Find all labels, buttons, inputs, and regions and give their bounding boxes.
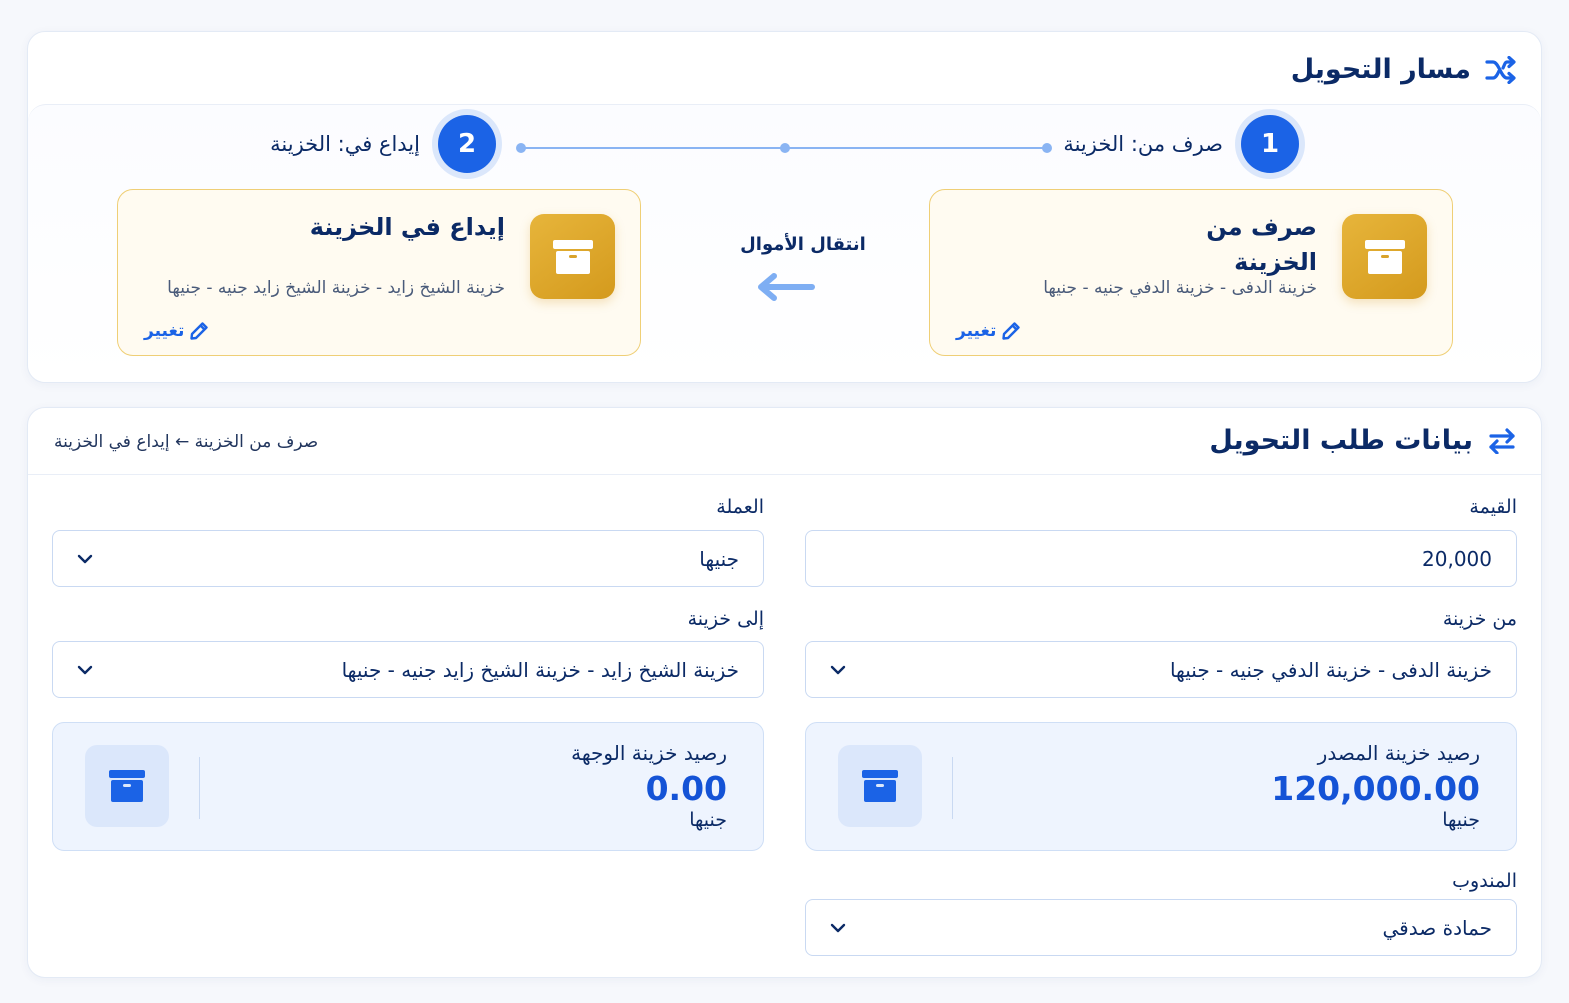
transfer-request-title-row: بيانات طلب التحويل (1209, 425, 1517, 456)
destination-balance-amount: 0.00 (645, 769, 727, 808)
destination-vault-description: خزينة الشيخ زايد - خزينة الشيخ زايد جنيه… (167, 278, 505, 298)
chevron-down-icon (830, 923, 846, 933)
divider (199, 757, 200, 819)
amount-value: 20,000 (1422, 546, 1492, 571)
step-2-label: إيداع في: الخزينة (270, 132, 420, 156)
representative-label: المندوب (1452, 870, 1517, 892)
change-destination-vault-link[interactable]: تغيير (144, 321, 209, 341)
swap-arrows-icon (1489, 427, 1515, 454)
chevron-down-icon (77, 554, 93, 564)
stepper-dot (780, 143, 790, 153)
source-balance-card: رصيد خزينة المصدر 120,000.00 جنيها (805, 722, 1517, 851)
source-vault-description: خزينة الدفى - خزينة الدفي جنيه - جنيها (1043, 278, 1317, 298)
stepper-dot (516, 143, 526, 153)
pencil-icon (1002, 322, 1021, 340)
money-flow-label: انتقال الأموال (740, 234, 866, 255)
archive-box-icon (838, 745, 922, 827)
currency-label: العملة (716, 496, 764, 518)
transfer-path-header: مسار التحويل (1291, 54, 1517, 85)
chevron-down-icon (830, 665, 846, 675)
to-vault-label: إلى خزينة (687, 608, 764, 630)
step-2-number: 2 (438, 115, 496, 173)
shuffle-icon (1485, 55, 1516, 84)
destination-vault-card: إيداع في الخزينة خزينة الشيخ زايد - خزين… (117, 189, 641, 356)
representative-select[interactable]: حمادة صدقي (805, 899, 1517, 956)
transfer-path-card: مسار التحويل 1 صرف من: الخزينة 2 إيداع ف… (27, 31, 1542, 383)
archive-box-icon (530, 214, 615, 299)
archive-box-icon (85, 745, 169, 827)
destination-balance-card: رصيد خزينة الوجهة 0.00 جنيها (52, 722, 764, 851)
change-label: تغيير (956, 321, 997, 341)
transfer-summary: صرف من الخزينة ← إيداع في الخزينة (54, 432, 319, 452)
to-vault-select[interactable]: خزينة الشيخ زايد - خزينة الشيخ زايد جنيه… (52, 641, 764, 698)
to-vault-value: خزينة الشيخ زايد - خزينة الشيخ زايد جنيه… (341, 657, 739, 682)
step-1-number: 1 (1241, 115, 1299, 173)
step-1: 1 صرف من: الخزينة (1063, 115, 1299, 173)
destination-vault-title: إيداع في الخزينة (309, 213, 505, 241)
representative-value: حمادة صدقي (1382, 915, 1492, 940)
change-label: تغيير (144, 321, 185, 341)
arrow-left-icon (758, 273, 815, 301)
source-vault-card: صرف من الخزينة خزينة الدفى - خزينة الدفي… (929, 189, 1453, 356)
destination-balance-label: رصيد خزينة الوجهة (571, 741, 727, 765)
change-source-vault-link[interactable]: تغيير (956, 321, 1021, 341)
pencil-icon (190, 322, 209, 340)
transfer-request-header: بيانات طلب التحويل صرف من الخزينة ← إيدا… (28, 408, 1541, 475)
from-vault-label: من خزينة (1442, 608, 1517, 630)
transfer-request-card: بيانات طلب التحويل صرف من الخزينة ← إيدا… (27, 407, 1542, 978)
amount-label: القيمة (1469, 496, 1517, 518)
source-balance-amount: 120,000.00 (1271, 769, 1480, 808)
chevron-down-icon (77, 665, 93, 675)
source-vault-title: صرف من الخزينة (1206, 213, 1317, 276)
from-vault-select[interactable]: خزينة الدفى - خزينة الدفي جنيه - جنيها (805, 641, 1517, 698)
archive-box-icon (1342, 214, 1427, 299)
from-vault-value: خزينة الدفى - خزينة الدفي جنيه - جنيها (1169, 657, 1492, 682)
amount-input[interactable]: 20,000 (805, 530, 1517, 587)
transfer-path-title: مسار التحويل (1290, 54, 1471, 85)
source-balance-currency: جنيها (1442, 809, 1480, 831)
transfer-request-title: بيانات طلب التحويل (1209, 425, 1473, 456)
destination-balance-currency: جنيها (689, 809, 727, 831)
source-balance-label: رصيد خزينة المصدر (1317, 741, 1480, 765)
currency-select[interactable]: جنيها (52, 530, 764, 587)
step-2: 2 إيداع في: الخزينة (270, 115, 496, 173)
step-1-label: صرف من: الخزينة (1063, 132, 1223, 156)
currency-value: جنيها (699, 546, 739, 571)
divider (952, 757, 953, 819)
stepper-dot (1042, 143, 1052, 153)
